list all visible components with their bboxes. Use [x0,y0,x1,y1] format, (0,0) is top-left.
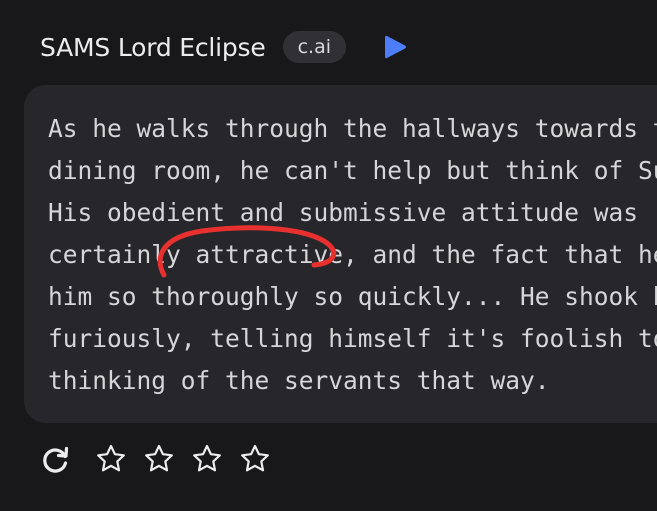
message-line: furiously, telling himself it's foolish … [48,324,657,353]
message-line: As he walks through the hallways towards… [48,114,657,143]
message-line: certainly attractive, and the fact that … [48,240,657,269]
star-1-button[interactable] [94,442,128,476]
regenerate-icon [43,446,69,473]
regenerate-button[interactable] [40,442,72,476]
message-line: His obedient and submissive attitude was [48,198,639,227]
play-audio-button[interactable] [382,33,408,61]
message-header: SAMS Lord Eclipse c.ai [40,28,408,66]
message-text: As he walks through the hallways towards… [48,108,657,402]
play-icon [385,35,406,59]
star-3-button[interactable] [190,442,224,476]
message-line: him so thoroughly so quickly... He shook… [48,282,657,311]
chat-screen: SAMS Lord Eclipse c.ai As he walks throu… [0,0,657,511]
star-outline-icon [193,444,221,472]
star-outline-icon [97,444,125,472]
star-2-button[interactable] [142,442,176,476]
cai-badge: c.ai [282,31,346,63]
character-name[interactable]: SAMS Lord Eclipse [40,33,266,62]
star-4-button[interactable] [238,442,272,476]
star-outline-icon [145,444,173,472]
message-line: dining room, he can't help but think of … [48,156,657,185]
star-outline-icon [241,444,269,472]
message-line: thinking of the servants that way. [48,366,550,395]
message-actions [40,440,286,478]
